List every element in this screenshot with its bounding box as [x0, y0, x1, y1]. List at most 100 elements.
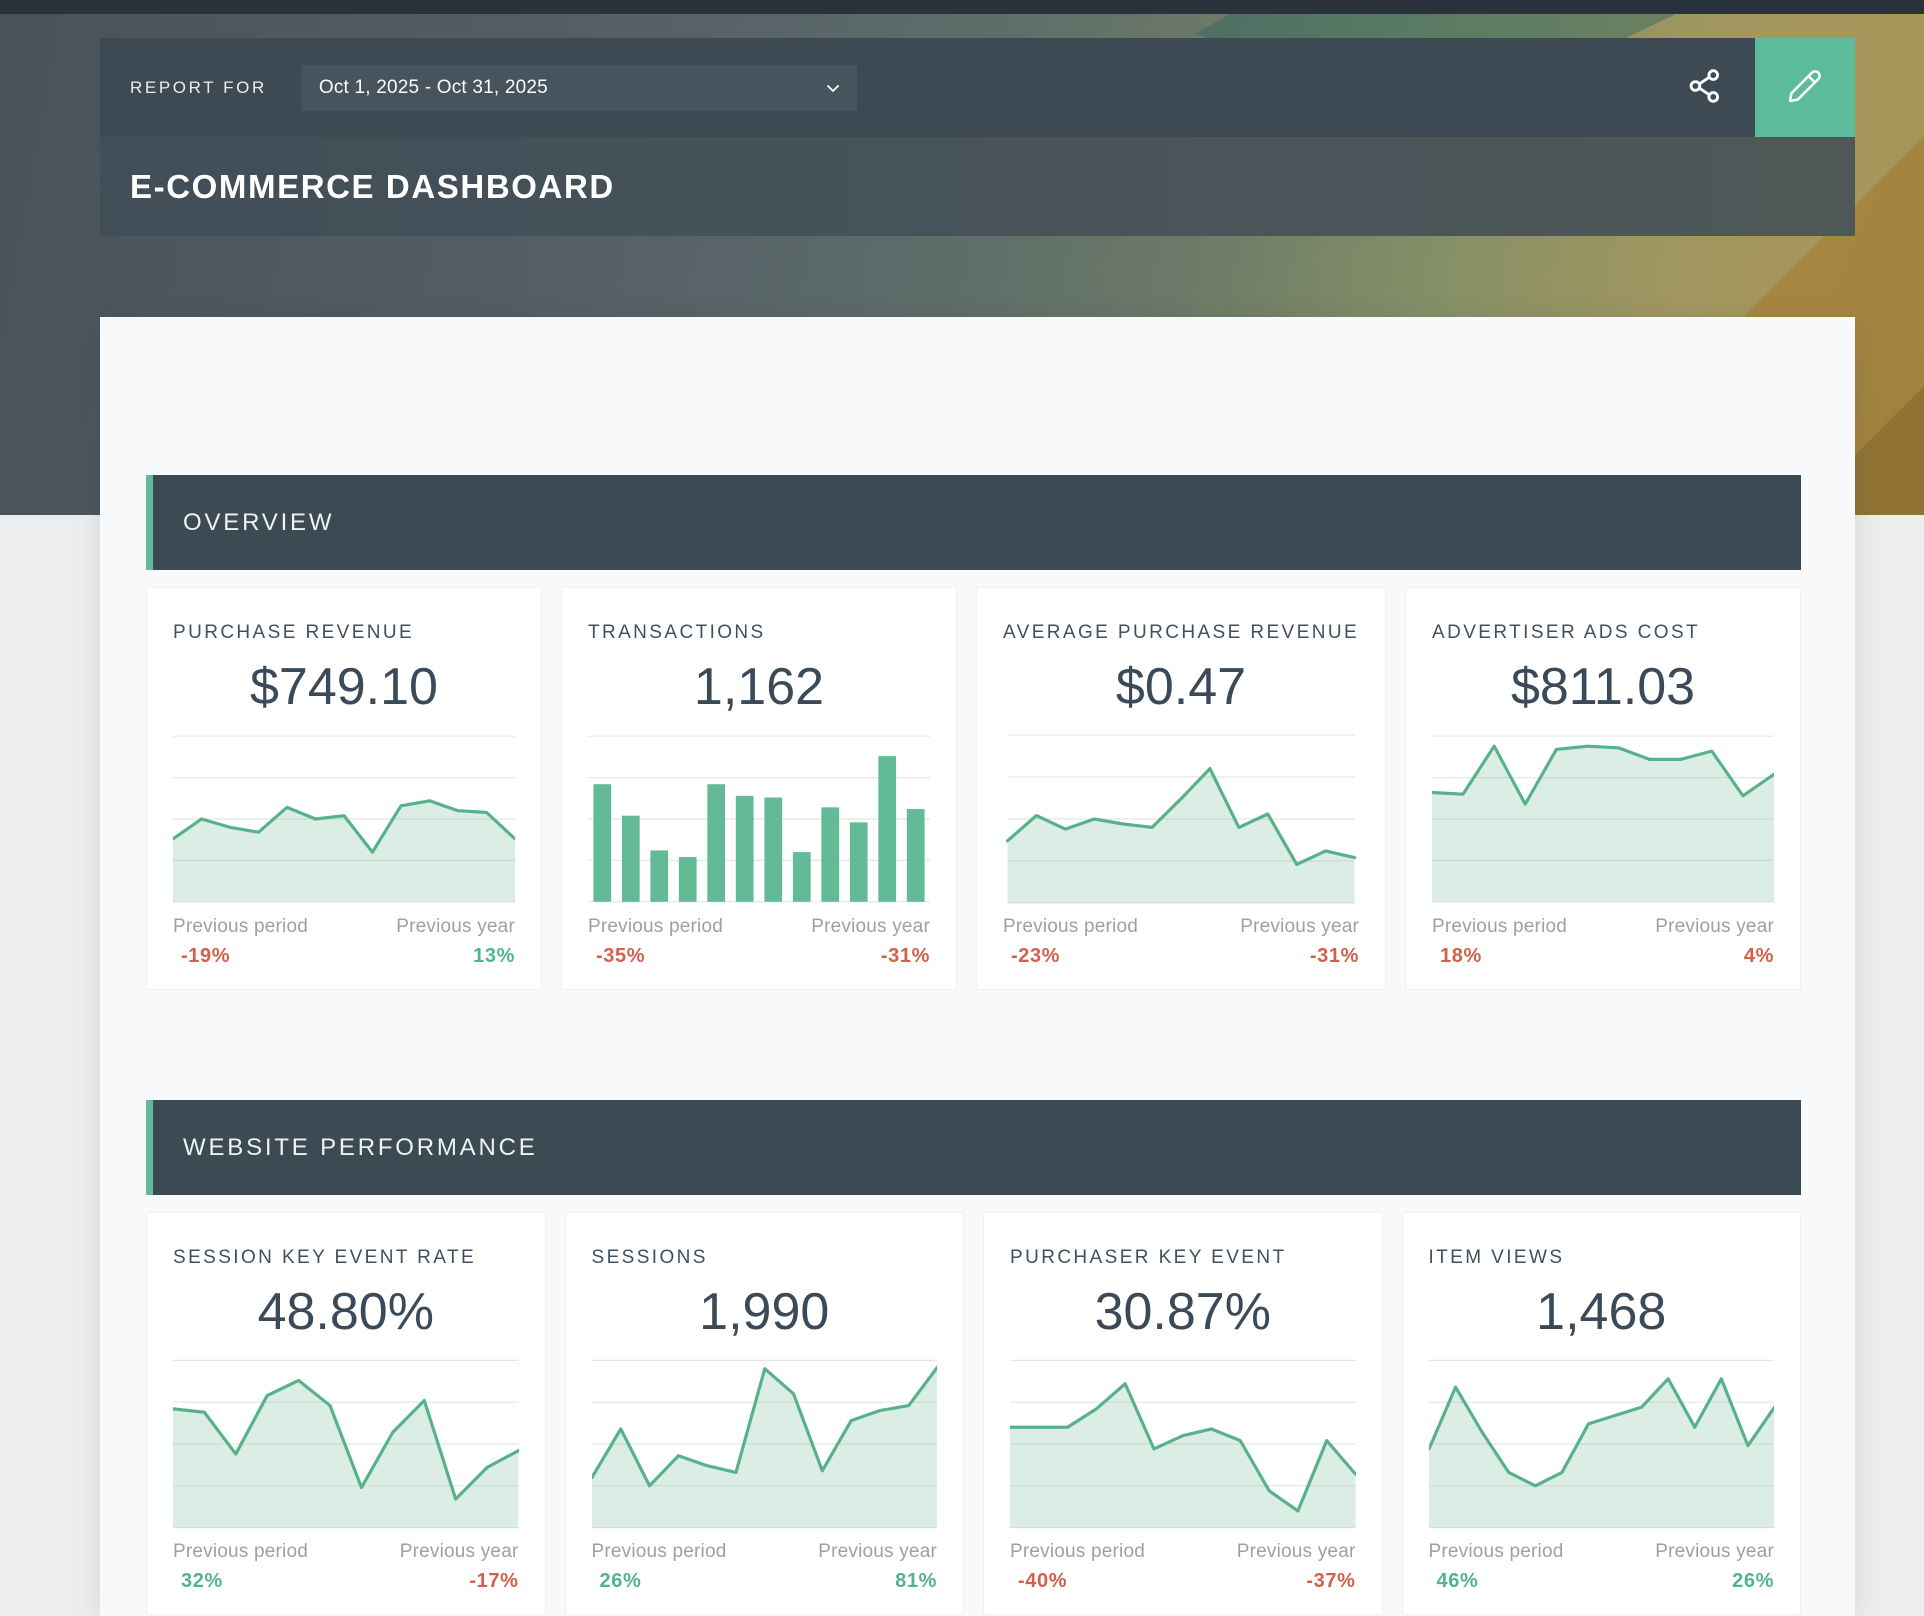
- report-toolbar: REPORT FOR Oct 1, 2025 - Oct 31, 2025: [100, 38, 1855, 137]
- area-chart: [1003, 734, 1359, 904]
- comparison-footer: Previous period -35% Previous year -31%: [588, 916, 930, 968]
- comparison-footer: Previous period-19% Previous year13%: [173, 916, 515, 968]
- previous-period-kpi: Previous period -40%: [1010, 1541, 1145, 1593]
- metric-value: 1,990: [592, 1281, 938, 1343]
- previous-year-value: 4%: [1744, 945, 1774, 968]
- section-title: WEBSITE PERFORMANCE: [183, 1134, 538, 1162]
- previous-period-kpi: Previous period-19%: [173, 916, 308, 968]
- previous-year-value: 13%: [473, 945, 515, 968]
- sections: OVERVIEW PURCHASE REVENUE $749.10 Previous …: [100, 475, 1855, 1615]
- comparison-footer: Previous period 18% Previous year 4%: [1432, 916, 1774, 968]
- comparison-footer: Previous period 26% Previous year 81%: [592, 1541, 938, 1593]
- previous-period-value: -35%: [596, 945, 723, 968]
- metric-card-title: PURCHASER KEY EVENT: [1010, 1247, 1356, 1269]
- metric-card-title: AVERAGE PURCHASE REVENUE: [1003, 622, 1359, 644]
- edit-button[interactable]: [1755, 38, 1855, 137]
- comparison-footer: Previous period -40% Previous year -37%: [1010, 1541, 1356, 1593]
- previous-period-value: -23%: [1011, 945, 1138, 968]
- previous-year-value: 81%: [895, 1570, 937, 1593]
- chevron-down-icon: [823, 78, 843, 98]
- previous-year-value: -31%: [1310, 945, 1359, 968]
- previous-year-label: Previous year: [1240, 916, 1359, 938]
- metric-card-purchase-revenue[interactable]: PURCHASE REVENUE $749.10 Previous period-1…: [146, 587, 542, 990]
- metric-card-sessions[interactable]: SESSIONS1,990Previous period26%Previous …: [565, 1212, 965, 1615]
- top-window-strip: [0, 0, 1924, 14]
- metric-value: 48.80%: [173, 1281, 519, 1343]
- metric-card-advertiser-ads-cost[interactable]: ADVERTISER ADS COST $811.03 Previous perio…: [1405, 587, 1801, 990]
- previous-period-value: -19%: [181, 945, 308, 968]
- bar-chart: [588, 734, 930, 904]
- metric-card-title: ADVERTISER ADS COST: [1432, 622, 1774, 644]
- page-title: E-COMMERCE DASHBOARD: [130, 168, 615, 206]
- metric-card-average-purchase-revenue[interactable]: AVERAGE PURCHASE REVENUE$0.47Previous pe…: [976, 587, 1386, 990]
- previous-year-kpi: Previous year-17%: [400, 1541, 519, 1593]
- metric-value: $749.10: [173, 656, 515, 718]
- section-header-overview: OVERVIEW: [146, 475, 1801, 570]
- previous-period-label: Previous period: [173, 1541, 308, 1563]
- previous-year-value: 26%: [1732, 1570, 1774, 1593]
- metric-card-session-key-event-rate[interactable]: SESSION KEY EVENT RATE 48.80% Previous per…: [146, 1212, 546, 1615]
- area-chart: [592, 1359, 938, 1529]
- previous-year-value: -17%: [469, 1570, 518, 1593]
- previous-period-value: 46%: [1437, 1570, 1564, 1593]
- previous-year-kpi: Previous year -31%: [811, 916, 930, 968]
- share-icon: [1687, 68, 1723, 107]
- previous-year-value: -37%: [1306, 1570, 1355, 1593]
- section-title: OVERVIEW: [183, 509, 334, 537]
- metric-value: 1,468: [1429, 1281, 1775, 1343]
- area-chart: [173, 1359, 519, 1529]
- previous-period-label: Previous period: [1429, 1541, 1564, 1563]
- previous-period-kpi: Previous period -35%: [588, 916, 723, 968]
- previous-year-label: Previous year: [818, 1541, 937, 1563]
- previous-year-kpi: Previous year 81%: [818, 1541, 937, 1593]
- comparison-footer: Previous period 46% Previous year 26%: [1429, 1541, 1775, 1593]
- previous-year-kpi: Previous year 4%: [1655, 916, 1774, 968]
- cards-row-website-performance: SESSION KEY EVENT RATE 48.80% Previous per…: [146, 1212, 1801, 1615]
- previous-year-value: -31%: [881, 945, 930, 968]
- previous-period-label: Previous period: [1003, 916, 1138, 938]
- previous-period-kpi: Previous period 18%: [1432, 916, 1567, 968]
- metric-value: $811.03: [1432, 656, 1774, 718]
- previous-period-label: Previous period: [588, 916, 723, 938]
- previous-period-kpi: Previous period 32%: [173, 1541, 308, 1593]
- metric-card-title: ITEM VIEWS: [1429, 1247, 1775, 1269]
- comparison-footer: Previous period -23% Previous year -31%: [1003, 916, 1359, 968]
- previous-year-label: Previous year: [811, 916, 930, 938]
- previous-year-label: Previous year: [1237, 1541, 1356, 1563]
- section-header-website-performance: WEBSITE PERFORMANCE: [146, 1100, 1801, 1195]
- previous-period-value: 18%: [1440, 945, 1567, 968]
- area-chart: [173, 734, 515, 904]
- title-bar: E-COMMERCE DASHBOARD: [100, 137, 1855, 236]
- previous-period-kpi: Previous period 26%: [592, 1541, 727, 1593]
- metric-value: 30.87%: [1010, 1281, 1356, 1343]
- previous-period-value: 26%: [600, 1570, 727, 1593]
- pencil-icon: [1785, 66, 1825, 109]
- previous-period-label: Previous period: [1432, 916, 1567, 938]
- area-chart: [1429, 1359, 1775, 1529]
- report-for-label: REPORT FOR: [130, 78, 267, 98]
- previous-period-label: Previous period: [592, 1541, 727, 1563]
- metric-card-purchaser-key-event[interactable]: PURCHASER KEY EVENT 30.87% Previous period…: [983, 1212, 1383, 1615]
- previous-year-label: Previous year: [1655, 916, 1774, 938]
- metric-card-transactions[interactable]: TRANSACTIONS1,162Previous period-35%Prev…: [561, 587, 957, 990]
- previous-period-kpi: Previous period 46%: [1429, 1541, 1564, 1593]
- previous-year-kpi: Previous year -37%: [1237, 1541, 1356, 1593]
- area-chart: [1010, 1359, 1356, 1529]
- previous-year-kpi: Previous year13%: [396, 916, 515, 968]
- previous-period-value: 32%: [181, 1570, 308, 1593]
- dashboard-header: REPORT FOR Oct 1, 2025 - Oct 31, 2025: [100, 38, 1855, 236]
- previous-year-label: Previous year: [1655, 1541, 1774, 1563]
- previous-period-value: -40%: [1018, 1570, 1145, 1593]
- metric-card-title: SESSIONS: [592, 1247, 938, 1269]
- share-button[interactable]: [1655, 38, 1755, 137]
- metric-card-title: PURCHASE REVENUE: [173, 622, 515, 644]
- metric-card-title: SESSION KEY EVENT RATE: [173, 1247, 519, 1269]
- comparison-footer: Previous period 32% Previous year-17%: [173, 1541, 519, 1593]
- date-range-dropdown[interactable]: Oct 1, 2025 - Oct 31, 2025: [301, 65, 857, 111]
- cards-row-overview: PURCHASE REVENUE$749.10Previous period-1…: [146, 587, 1801, 990]
- metric-card-item-views[interactable]: ITEM VIEWS1,468Previous period46%Previou…: [1402, 1212, 1802, 1615]
- previous-year-kpi: Previous year -31%: [1240, 916, 1359, 968]
- previous-year-kpi: Previous year 26%: [1655, 1541, 1774, 1593]
- previous-period-label: Previous period: [1010, 1541, 1145, 1563]
- report-panel: OVERVIEW PURCHASE REVENUE $749.10 Previous …: [100, 317, 1855, 1616]
